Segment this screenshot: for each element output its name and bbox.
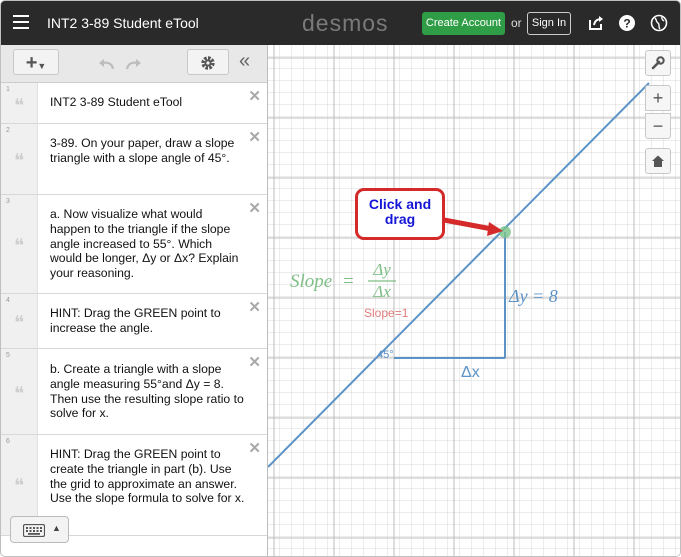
graph-paper[interactable]: Slope = Δy Δx Slope=1 45° Δy = 8 Δx — [268, 45, 681, 557]
caret-down-icon: ▼ — [37, 61, 47, 71]
redo-icon[interactable] — [125, 57, 143, 71]
formula-numerator: Δy — [372, 260, 391, 279]
desmos-logo: desmos — [302, 10, 389, 36]
slope-value-label: Slope=1 — [364, 306, 409, 320]
graph-settings-button[interactable] — [645, 50, 671, 76]
gear-icon — [201, 56, 215, 70]
delete-item-icon[interactable]: ✕ — [248, 87, 261, 105]
sign-in-button[interactable]: Sign In — [527, 12, 571, 35]
delete-item-icon[interactable]: ✕ — [248, 353, 261, 371]
zoom-in-button[interactable]: + — [645, 85, 671, 111]
delete-item-icon[interactable]: ✕ — [248, 199, 261, 217]
zoom-out-button[interactable]: − — [645, 113, 671, 139]
expression-list: 1 ❝ INT2 3-89 Student eTool ✕ 2 ❝ 3-89. On… — [1, 83, 267, 556]
delete-item-icon[interactable]: ✕ — [248, 439, 261, 457]
angle-label: 45° — [377, 349, 394, 361]
minus-icon: − — [652, 116, 664, 136]
slope-formula-equals: = — [343, 271, 354, 292]
list-item[interactable]: 4 ❝ HINT: Drag the GREEN point to increas… — [1, 294, 267, 349]
home-icon — [652, 155, 664, 167]
plus-icon: + — [25, 52, 38, 74]
quote-icon: ❝ — [14, 476, 25, 497]
undo-icon[interactable] — [97, 57, 115, 71]
delta-x-label: Δx — [461, 364, 480, 381]
svg-text:?: ? — [623, 17, 630, 31]
formula-denominator: Δx — [372, 282, 391, 301]
or-text: or — [511, 16, 522, 30]
menu-icon[interactable] — [13, 15, 29, 29]
language-globe-icon[interactable] — [650, 14, 668, 32]
delta-y-label: Δy = 8 — [508, 286, 558, 306]
list-item[interactable]: 3 ❝ a. Now visualize what would happen to… — [1, 195, 267, 294]
quote-icon: ❝ — [14, 236, 25, 257]
app-window: INT2 3-89 Student eTool desmos Create Ac… — [0, 0, 681, 557]
quote-icon: ❝ — [14, 96, 25, 117]
quote-icon: ❝ — [14, 151, 25, 172]
share-icon[interactable] — [587, 14, 605, 32]
caret-up-icon: ▲ — [52, 523, 61, 533]
list-item[interactable]: 1 ❝ INT2 3-89 Student eTool ✕ — [1, 83, 267, 124]
click-and-drag-callout: Click and drag — [355, 188, 445, 240]
plus-icon: + — [652, 88, 664, 108]
double-chevron-left-icon[interactable]: « — [239, 50, 250, 73]
keyboard-icon — [23, 524, 45, 537]
delete-item-icon[interactable]: ✕ — [248, 128, 261, 146]
expression-toolbar: +▼ « — [1, 45, 267, 83]
settings-button[interactable] — [187, 49, 229, 75]
help-icon[interactable]: ? — [618, 14, 636, 32]
list-item[interactable]: 5 ❝ b. Create a triangle with a slope ang… — [1, 349, 267, 435]
quote-icon: ❝ — [14, 313, 25, 334]
default-viewport-button[interactable] — [645, 148, 671, 174]
create-account-button[interactable]: Create Account — [422, 12, 505, 35]
add-item-button[interactable]: +▼ — [13, 49, 59, 75]
slope-formula-word: Slope — [290, 271, 332, 292]
keypad-toggle-button[interactable]: ▲ — [10, 516, 69, 543]
list-item[interactable]: 2 ❝ 3-89. On your paper, draw a slope tri… — [1, 124, 267, 195]
draggable-green-point[interactable] — [499, 226, 511, 238]
top-bar: INT2 3-89 Student eTool desmos Create Ac… — [1, 1, 680, 45]
graph-title[interactable]: INT2 3-89 Student eTool — [47, 15, 199, 31]
wrench-icon — [651, 56, 665, 70]
quote-icon: ❝ — [14, 384, 25, 405]
delete-item-icon[interactable]: ✕ — [248, 298, 261, 316]
